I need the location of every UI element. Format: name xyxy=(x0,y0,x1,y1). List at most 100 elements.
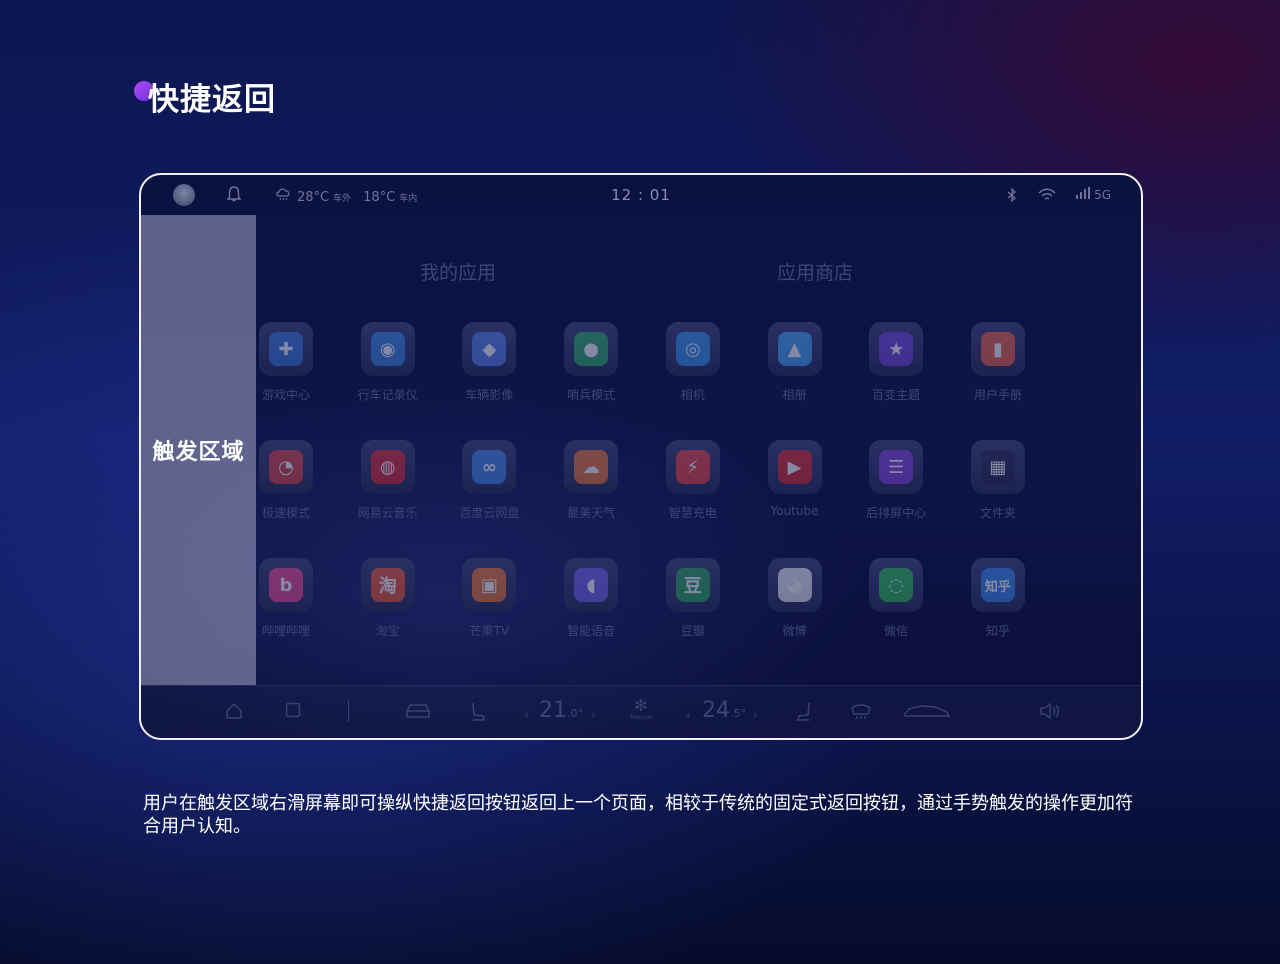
right-temp-decimal: .5° xyxy=(730,707,746,720)
mango-tv-icon: ▣ xyxy=(462,558,517,612)
app-tile[interactable]: ▲ 相册 xyxy=(750,322,840,403)
app-glyph: ◎ xyxy=(675,332,710,366)
app-glyph: ▮ xyxy=(980,332,1015,366)
app-tile[interactable]: 知乎 知乎 xyxy=(953,558,1043,639)
weibo-icon: ◕ xyxy=(767,558,822,612)
app-label: 知乎 xyxy=(985,624,1010,638)
dashcam-icon: ◉ xyxy=(360,322,415,376)
home-icon[interactable] xyxy=(225,702,243,720)
speed-mode-icon: ◔ xyxy=(259,440,313,494)
app-glyph: b xyxy=(269,568,303,602)
app-label: 微博 xyxy=(782,624,807,638)
app-tile[interactable]: ▦ 文件夹 xyxy=(953,440,1043,521)
bottom-dock: ‹ 21.0° › ✻ Manual ‹ 24.5° › xyxy=(141,685,1141,738)
app-label: 后排屏中心 xyxy=(866,506,927,520)
left-temp-decimal: .0° xyxy=(567,707,583,720)
baidu-netdisk-icon: ∞ xyxy=(462,440,517,494)
temp-right-down-icon[interactable]: ‹ xyxy=(686,708,691,722)
app-glyph: ◆ xyxy=(472,332,507,366)
douban-icon: 豆 xyxy=(665,558,720,612)
seat-left-icon[interactable] xyxy=(469,702,487,722)
gallery-icon: ▲ xyxy=(767,322,822,376)
app-label: 淘宝 xyxy=(375,624,400,638)
app-tile[interactable]: ◌ 微信 xyxy=(851,558,941,639)
tab-my-apps[interactable]: 我的应用 xyxy=(420,258,496,285)
fan-control[interactable]: ✻ Manual xyxy=(628,696,654,722)
app-tile[interactable]: ☁ 最美天气 xyxy=(546,440,636,521)
bilibili-icon: b xyxy=(259,558,313,612)
recent-apps-icon[interactable] xyxy=(285,702,301,718)
car-screen-mockup: 28°C 车外 18°C 车内 12 : 01 5G 我的应用 应用商店 ✚ 游戏… xyxy=(139,173,1143,740)
app-label: 网易云音乐 xyxy=(357,506,418,520)
app-tile[interactable]: ◉ 行车记录仪 xyxy=(343,322,433,403)
trigger-area-label: 触发区域 xyxy=(152,440,245,465)
app-tile[interactable]: 淘淘宝 xyxy=(343,558,433,639)
right-temperature[interactable]: 24.5° xyxy=(702,698,746,723)
network-type: 5G xyxy=(1094,188,1111,202)
app-glyph: ◕ xyxy=(777,568,812,602)
tab-app-store[interactable]: 应用商店 xyxy=(777,258,853,285)
fan-icon: ✻ xyxy=(634,696,648,715)
app-label: 相机 xyxy=(680,388,705,402)
seat-right-icon[interactable] xyxy=(795,702,813,722)
app-label: 智慧充电 xyxy=(668,506,717,520)
defrost-icon[interactable] xyxy=(850,702,872,720)
app-glyph: ◖ xyxy=(574,568,609,602)
netease-music-icon: ◍ xyxy=(360,440,415,494)
app-label: 百变主题 xyxy=(872,388,921,402)
app-tile[interactable]: ◆ 车辆影像 xyxy=(444,322,534,403)
left-temp-value: 21 xyxy=(539,698,567,723)
app-glyph: ◔ xyxy=(269,450,303,484)
app-glyph: ▣ xyxy=(472,568,507,602)
left-temperature[interactable]: 21.0° xyxy=(539,698,583,723)
dock-divider xyxy=(348,700,349,722)
folder-icon: ▦ xyxy=(970,440,1025,494)
app-tile[interactable]: ◎ 相机 xyxy=(648,322,738,403)
temp-left-up-icon[interactable]: › xyxy=(591,708,596,722)
app-tile[interactable]: ▣ 芒果TV xyxy=(444,558,534,639)
app-tile[interactable]: ◖ 智能语音 xyxy=(546,558,636,639)
rear-screen-icon: ☰ xyxy=(869,440,924,494)
volume-icon[interactable] xyxy=(1039,702,1061,720)
taobao-icon: 淘 xyxy=(360,558,415,612)
app-tile[interactable]: 豆豆瓣 xyxy=(648,558,738,639)
temp-right-up-icon[interactable]: › xyxy=(753,708,758,722)
app-glyph: ◉ xyxy=(370,332,405,366)
app-tile[interactable]: ▮ 用户手册 xyxy=(953,322,1043,403)
status-bar: 28°C 车外 18°C 车内 12 : 01 5G xyxy=(141,175,1141,215)
app-glyph: 豆 xyxy=(675,568,710,602)
car-front-icon[interactable] xyxy=(404,702,432,720)
zhihu-icon: 知乎 xyxy=(970,558,1025,612)
app-glyph: ∞ xyxy=(472,450,507,484)
app-tile[interactable]: ⚡ 智慧充电 xyxy=(648,440,738,521)
app-glyph: ✚ xyxy=(269,332,303,366)
right-temp-value: 24 xyxy=(702,698,730,723)
app-glyph: ☁ xyxy=(574,450,609,484)
car-side-icon[interactable] xyxy=(903,702,951,720)
app-tile[interactable]: ★ 百变主题 xyxy=(851,322,941,403)
youtube-icon: ▶ xyxy=(767,440,822,494)
app-label: 微信 xyxy=(884,624,909,638)
app-tile[interactable]: ▶ Youtube xyxy=(750,440,840,518)
app-tile[interactable]: ☰ 后排屏中心 xyxy=(851,440,941,521)
app-label: 用户手册 xyxy=(973,388,1022,402)
weather-icon: ☁ xyxy=(564,440,619,494)
app-label: 智能语音 xyxy=(567,624,616,638)
cellular-signal: 5G xyxy=(1076,187,1111,202)
app-tile[interactable]: ◕ 微博 xyxy=(750,558,840,639)
wifi-icon xyxy=(1038,188,1056,200)
app-label: 文件夹 xyxy=(979,506,1016,520)
gamepad-icon: ✚ xyxy=(259,322,313,376)
description-text: 用户在触发区域右滑屏幕即可操纵快捷返回按钮返回上一个页面，相较于传统的固定式返回… xyxy=(143,793,1133,837)
temp-left-down-icon[interactable]: ‹ xyxy=(524,708,529,722)
app-tile[interactable]: ∞ 百度云网盘 xyxy=(444,440,534,521)
bluetooth-icon xyxy=(1007,187,1017,202)
car-camera-icon: ◆ xyxy=(462,322,517,376)
theme-icon: ★ xyxy=(869,322,924,376)
app-tile[interactable]: ● 哨兵模式 xyxy=(546,322,636,403)
app-glyph: ★ xyxy=(879,332,914,366)
sentry-icon: ● xyxy=(564,322,619,376)
app-tile[interactable]: ◍ 网易云音乐 xyxy=(343,440,433,521)
trigger-area[interactable]: 触发区域 xyxy=(141,215,256,685)
app-glyph: ▲ xyxy=(777,332,812,366)
